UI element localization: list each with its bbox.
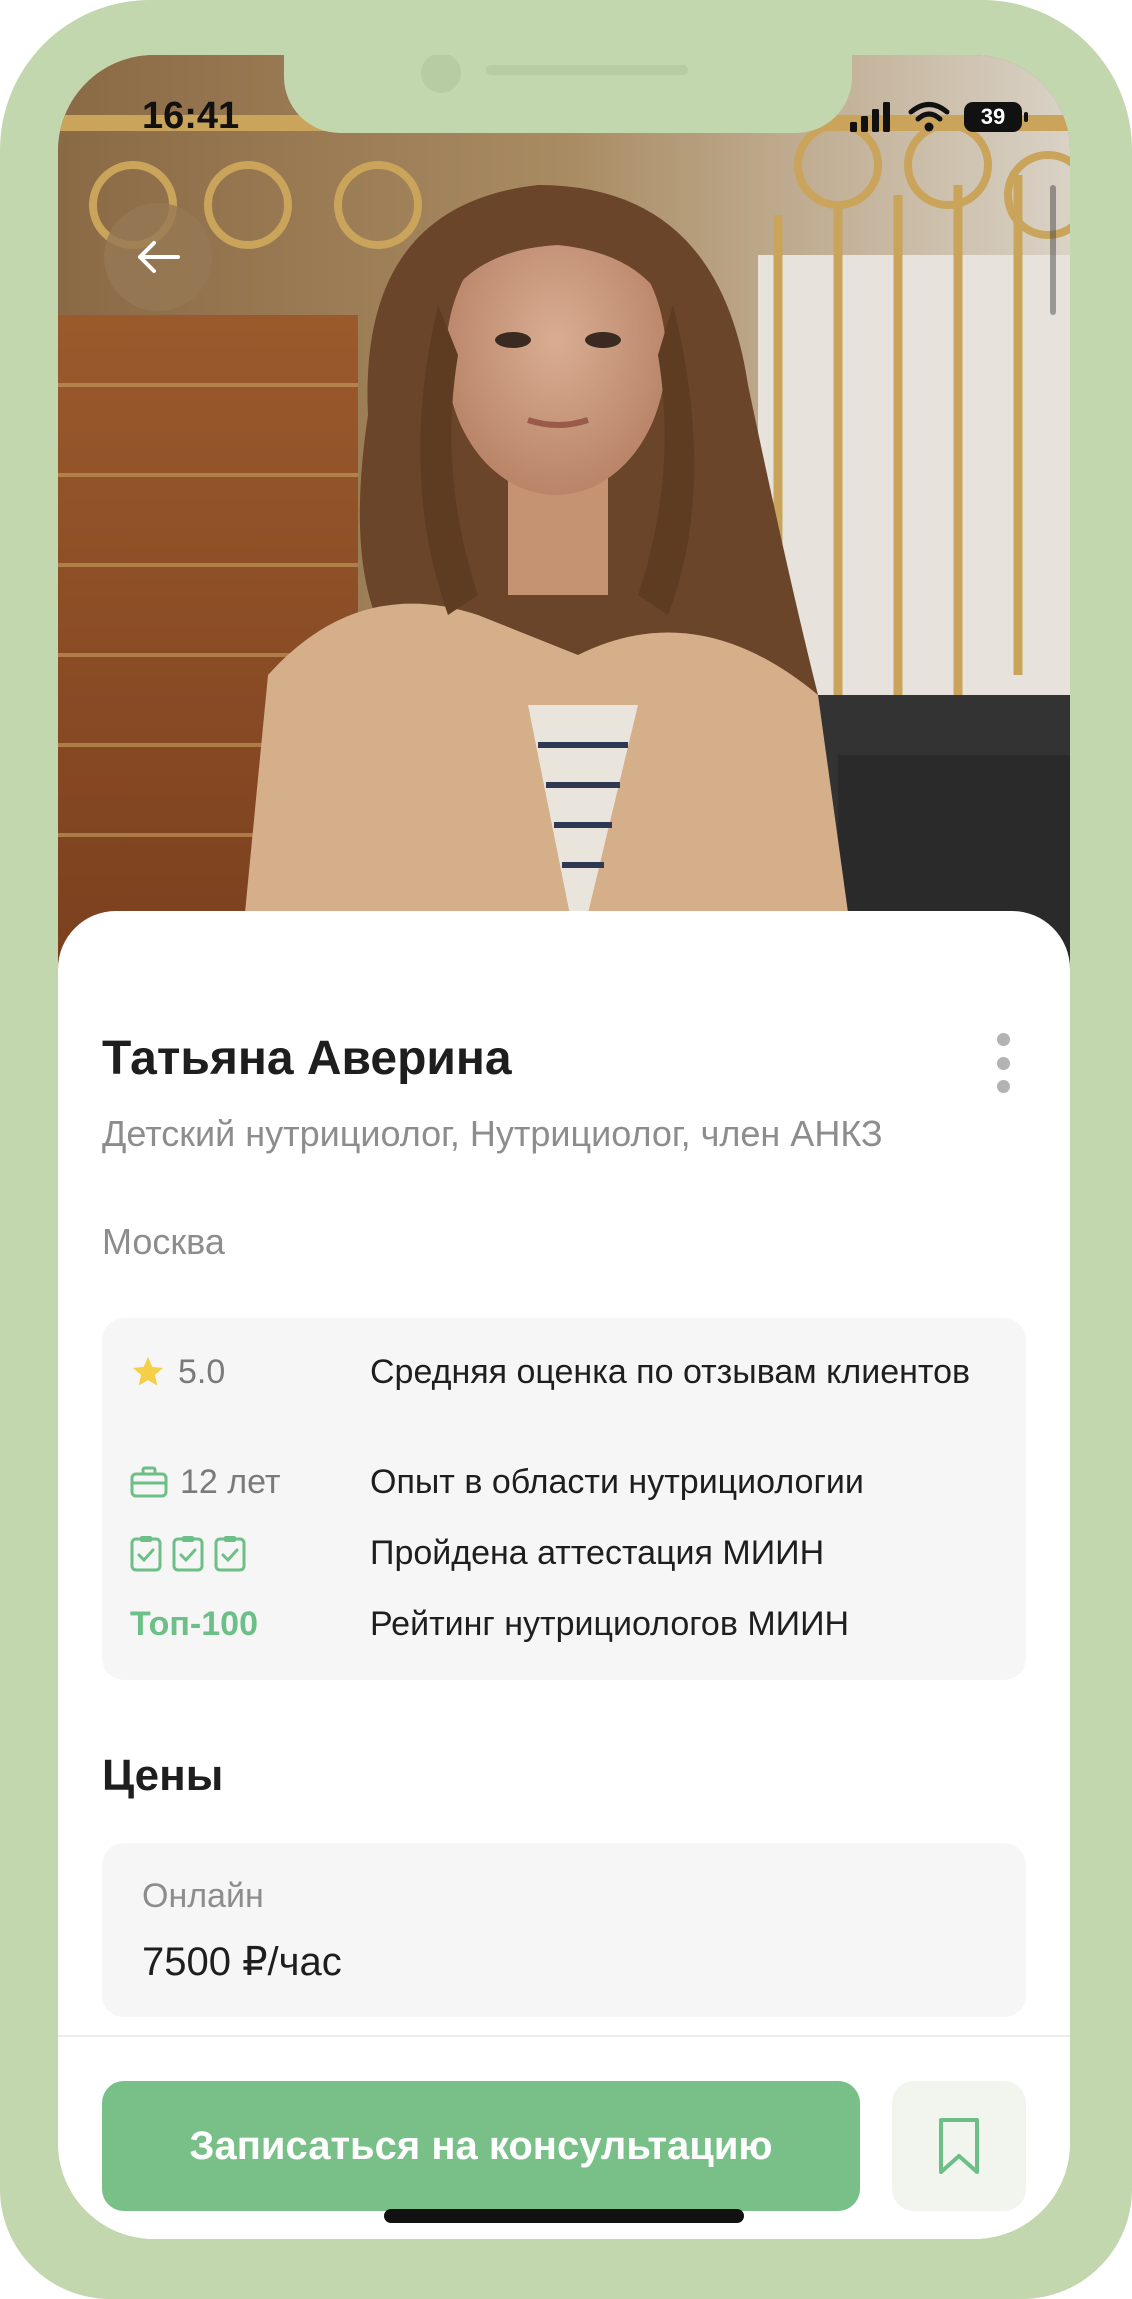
cellular-signal-icon [850, 102, 890, 132]
screen: 16:41 39 Татьяна Аверина Детский нутрици… [58, 55, 1070, 2239]
price-item-online[interactable]: Онлайн 7500 ₽/час [102, 1843, 1026, 2017]
stat-label: Средняя оценка по отзывам клиентов [370, 1353, 971, 1391]
clipboard-check-icon [172, 1536, 204, 1572]
bottom-bar-divider [58, 2035, 1070, 2037]
price-value: 7500 ₽/час [142, 1940, 342, 1984]
earpiece-speaker [486, 65, 688, 75]
front-camera [421, 55, 461, 93]
battery-level: 39 [980, 104, 1006, 129]
scroll-indicator[interactable] [1050, 185, 1056, 315]
more-dot-icon [996, 1080, 1010, 1093]
stats-panel: 5.0 Средняя оценка по отзывам клиентов 1… [102, 1318, 1026, 1680]
battery-icon: 39 [964, 102, 1028, 132]
certificate-icons [130, 1529, 246, 1577]
stat-label: Рейтинг нутрициологов МИИН [370, 1605, 850, 1643]
profile-card: Татьяна Аверина Детский нутрициолог, Нут… [58, 911, 1070, 2239]
bookmark-icon [939, 2118, 979, 2174]
price-label: Онлайн [142, 1877, 264, 1915]
clipboard-check-icon [214, 1536, 246, 1572]
stat-value: 5.0 [178, 1352, 226, 1391]
more-options-button[interactable] [996, 1033, 1010, 1093]
status-time: 16:41 [142, 95, 240, 137]
top-100-badge: Топ-100 [130, 1604, 258, 1643]
profile-specialty: Детский нутрициолог, Нутрициолог, член А… [102, 1113, 883, 1154]
status-icons: 39 [850, 99, 1028, 135]
back-button[interactable] [104, 203, 212, 311]
wifi-icon [908, 102, 950, 132]
bookmark-button[interactable] [892, 2081, 1026, 2211]
profile-city: Москва [102, 1221, 225, 1262]
prices-heading: Цены [102, 1751, 224, 1800]
stat-label: Опыт в области нутрициологии [370, 1463, 864, 1501]
arrow-left-icon [138, 241, 180, 273]
home-indicator[interactable] [384, 2209, 744, 2223]
briefcase-icon [130, 1466, 168, 1498]
book-consultation-button[interactable]: Записаться на консультацию [102, 2081, 860, 2211]
more-dot-icon [996, 1033, 1010, 1046]
star-icon [133, 1357, 163, 1386]
device-notch [284, 55, 852, 133]
more-dot-icon [996, 1056, 1010, 1070]
profile-name: Татьяна Аверина [102, 1032, 512, 1085]
clipboard-check-icon [130, 1536, 162, 1572]
phone-frame: 16:41 39 Татьяна Аверина Детский нутрици… [0, 0, 1132, 2299]
stat-value: 12 лет [180, 1462, 281, 1501]
stat-label: Пройдена аттестация МИИН [370, 1534, 825, 1572]
profile-photo: 16:41 39 [58, 55, 1070, 985]
